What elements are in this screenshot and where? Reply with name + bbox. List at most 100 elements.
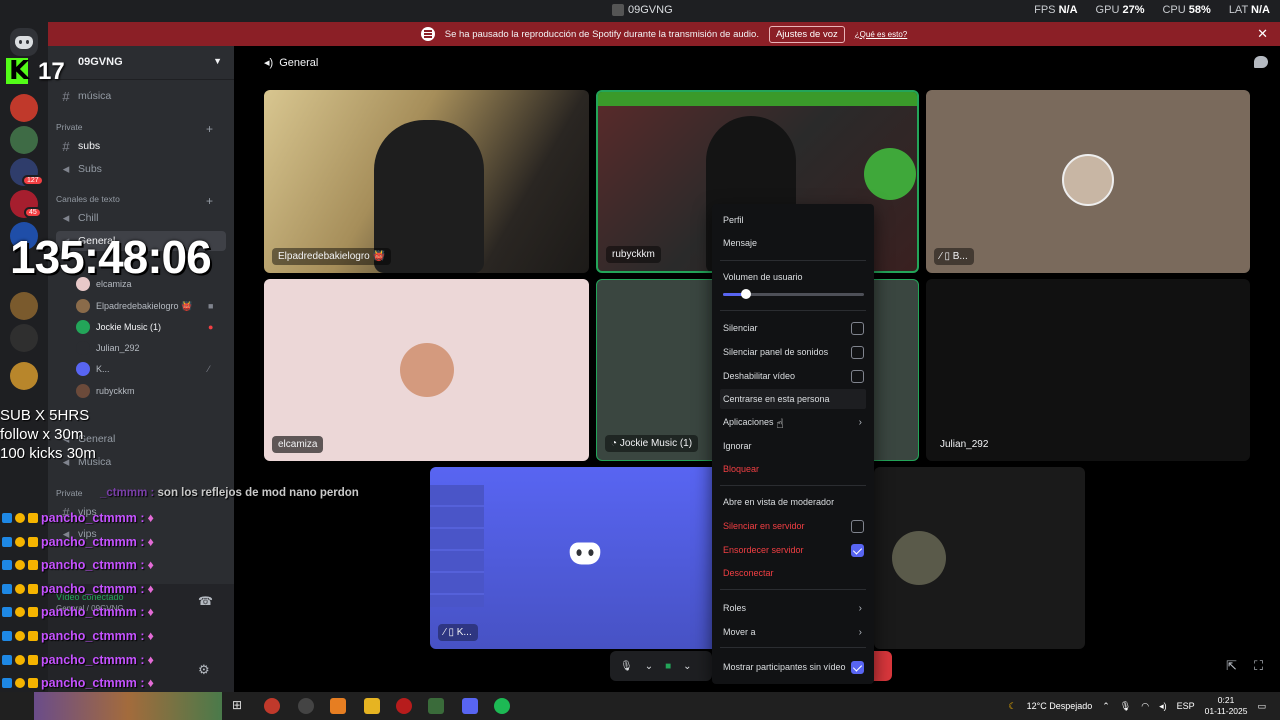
voice-user[interactable]: Jockie Music (1) ● <box>76 317 213 337</box>
chevron-down-icon[interactable]: ⌄ <box>645 661 653 672</box>
badge-icon <box>28 607 38 618</box>
chat-line: pancho_ctmmm : ♦ <box>2 650 154 670</box>
voice-user[interactable]: Julian_292 <box>76 338 140 358</box>
voice-user[interactable]: rubyckkm <box>76 381 135 401</box>
menu-item-block[interactable]: Bloquear <box>720 459 866 479</box>
menu-item-message[interactable]: Mensaje <box>720 233 866 253</box>
avatar <box>400 343 454 397</box>
volume-icon[interactable]: ◂) <box>1159 701 1167 712</box>
badge-icon <box>15 631 25 641</box>
voice-user[interactable]: Elpadredebakielogro 👹 ■ <box>76 296 213 316</box>
gear-icon[interactable]: ⚙ <box>198 662 210 678</box>
server-icon[interactable] <box>10 94 38 122</box>
emote-icon: ♦ <box>147 534 154 549</box>
performance-stats: FPS N/A GPU 27% CPU 58% LAT N/A <box>1034 4 1270 16</box>
plus-icon[interactable]: + <box>206 122 213 136</box>
channel-subs[interactable]: # subs <box>56 136 226 156</box>
video-tile[interactable]: elcamiza <box>264 279 589 461</box>
folder-icon[interactable] <box>364 698 380 714</box>
server-icon[interactable] <box>10 126 38 154</box>
participant-name: ⁄ ▯ B... <box>934 248 974 265</box>
menu-item-disconnect[interactable]: Desconectar <box>720 563 866 583</box>
checkbox[interactable] <box>851 369 864 383</box>
language-indicator[interactable]: ESP <box>1177 701 1195 711</box>
menu-item-profile[interactable]: Perfil <box>720 210 866 230</box>
video-tile[interactable] <box>874 467 1085 649</box>
plus-icon[interactable]: + <box>206 194 213 208</box>
menu-item-move-to[interactable]: Mover a › <box>720 622 866 642</box>
video-tile[interactable]: Julian_292 <box>926 279 1250 461</box>
menu-item-focus-person[interactable]: Centrarse en esta persona <box>720 389 866 409</box>
voice-channel-chill[interactable]: ◂ Chill <box>56 208 226 228</box>
microphone-icon[interactable]: 🎙 <box>1120 701 1131 712</box>
chat-username: pancho_ctmmm : <box>41 558 145 573</box>
video-tile[interactable]: ⁄ ▯ K... <box>430 467 720 649</box>
popout-icon[interactable]: ⇱ <box>1226 658 1237 674</box>
disconnect-icon[interactable]: ☎ <box>198 594 213 608</box>
chat-line: pancho_ctmmm : ♦ <box>2 508 154 528</box>
video-tile[interactable]: ⁄ ▯ B... <box>926 90 1250 273</box>
system-tray: ☾ 12°C Despejado ⌃ 🎙 ◠ ◂) ESP 0:21 01-11-… <box>1009 692 1280 720</box>
microphone-icon[interactable]: 🎙 <box>620 661 633 672</box>
close-icon[interactable]: ✕ <box>1257 26 1268 42</box>
checkbox[interactable] <box>851 519 864 533</box>
menu-item-apps[interactable]: Aplicaciones › <box>720 412 866 432</box>
app-icon[interactable] <box>264 698 280 714</box>
server-icon[interactable] <box>10 362 38 390</box>
menu-item-mute-soundboard[interactable]: Silenciar panel de sonidos <box>720 342 866 362</box>
badge-icon <box>28 654 38 665</box>
user-volume-slider[interactable] <box>723 289 864 299</box>
fullscreen-icon[interactable]: ⛶ <box>1254 658 1263 674</box>
checkbox[interactable] <box>851 543 864 557</box>
badge-icon <box>2 560 12 571</box>
checkbox[interactable] <box>851 660 864 674</box>
goal-line: 100 kicks 30m <box>0 445 96 462</box>
menu-item-show-no-video[interactable]: Mostrar participantes sin vídeo <box>720 657 866 677</box>
app-icon[interactable] <box>396 698 412 714</box>
what-is-this-link[interactable]: ¿Qué es esto? <box>855 30 907 39</box>
task-view-icon[interactable]: ⊞ <box>232 698 248 714</box>
voice-user[interactable]: K... ⁄ <box>76 359 210 379</box>
menu-item-server-mute[interactable]: Silenciar en servidor <box>720 516 866 536</box>
menu-item-moderator-view[interactable]: Abre en vista de moderador <box>720 492 866 512</box>
chevron-up-icon[interactable]: ⌃ <box>1102 701 1110 712</box>
chevron-down-icon[interactable]: ⌄ <box>683 661 691 672</box>
menu-item-server-deafen[interactable]: Ensordecer servidor <box>720 540 866 560</box>
category-text-channels[interactable]: Canales de texto + <box>56 194 226 208</box>
voice-settings-button[interactable]: Ajustes de voz <box>768 25 845 43</box>
menu-item-ignore[interactable]: Ignorar <box>720 436 866 456</box>
checkbox[interactable] <box>851 345 864 359</box>
menu-item-disable-video[interactable]: Deshabilitar vídeo <box>720 366 866 386</box>
discord-home-button[interactable] <box>10 28 38 56</box>
spotify-taskbar-icon[interactable] <box>494 698 510 714</box>
menu-item-roles[interactable]: Roles › <box>720 598 866 618</box>
server-icon[interactable] <box>10 324 38 352</box>
video-tile[interactable]: Elpadredebakielogro 👹 <box>264 90 589 273</box>
chat-username: pancho_ctmmm : <box>41 511 145 525</box>
clock[interactable]: 0:21 01-11-2025 <box>1205 695 1248 717</box>
app-icon[interactable] <box>298 698 314 714</box>
voice-header: ◂) General <box>234 46 1280 80</box>
goal-line: follow x 30m <box>0 426 84 443</box>
avatar <box>1062 154 1114 206</box>
app-icon[interactable] <box>330 698 346 714</box>
category-private[interactable]: Private + <box>56 122 226 136</box>
wifi-icon[interactable]: ◠ <box>1141 701 1149 712</box>
badge-icon <box>28 536 38 547</box>
camera-icon[interactable]: ■ <box>665 661 671 672</box>
app-icon[interactable] <box>428 698 444 714</box>
volume-knob[interactable] <box>740 289 751 299</box>
server-icon[interactable] <box>10 292 38 320</box>
server-header[interactable]: 09GVNG ▼ <box>48 46 234 80</box>
avatar <box>76 320 90 334</box>
voice-channel-subs[interactable]: ◂ Subs <box>56 159 226 179</box>
checkbox[interactable] <box>851 321 864 335</box>
chat-icon[interactable] <box>1254 56 1268 68</box>
notification-icon[interactable]: ▭ <box>1257 701 1266 712</box>
stream-timer: 135:48:06 <box>10 231 212 283</box>
chevron-right-icon: › <box>858 416 862 428</box>
channel-musica[interactable]: # música <box>56 86 226 106</box>
menu-item-mute[interactable]: Silenciar <box>720 318 866 338</box>
discord-taskbar-icon[interactable] <box>462 698 478 714</box>
spotify-icon <box>420 27 435 41</box>
